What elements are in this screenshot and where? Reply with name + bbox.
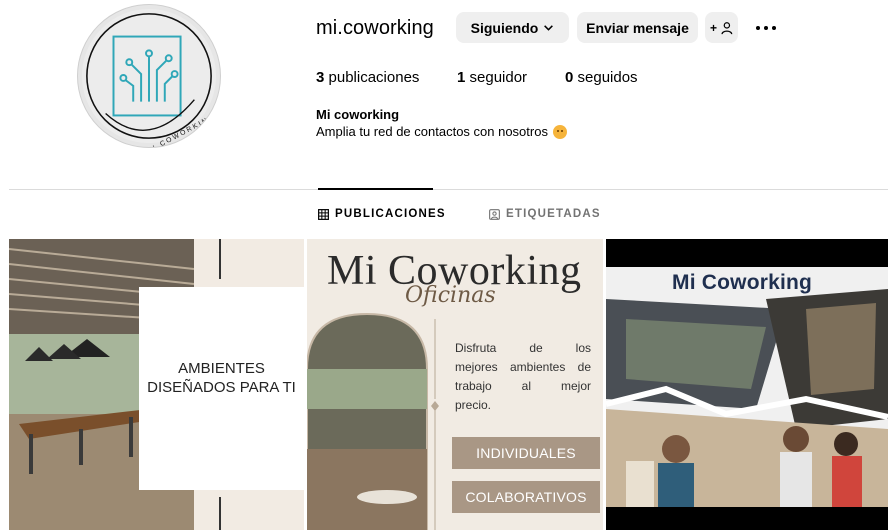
- post-2-colaborativos-badge: COLABORATIVOS: [452, 481, 600, 513]
- coworking-logo-icon: MI COWORKING: [81, 8, 217, 147]
- tab-publicaciones-label: PUBLICACIONES: [335, 208, 446, 220]
- stat-following[interactable]: 0 seguidos: [565, 69, 638, 86]
- post-thumbnail-2[interactable]: Mi Coworking Oficinas Disfruta de los me…: [307, 239, 603, 530]
- posts-label: publicaciones: [328, 69, 420, 86]
- grid-icon: [318, 208, 329, 220]
- chevron-down-icon: [544, 25, 554, 31]
- tab-etiquetadas-label: ETIQUETADAS: [506, 208, 601, 220]
- post-thumbnail-1[interactable]: AMBIENTES DISEÑADOS PARA TI: [9, 239, 304, 530]
- profile-avatar[interactable]: MI COWORKING: [77, 4, 221, 148]
- post-2-desc-line: trabajo al mejor: [455, 379, 591, 393]
- bio-text: Amplia tu red de contactos con nosotros: [316, 124, 548, 139]
- tagged-icon: [489, 208, 500, 220]
- bio: Amplia tu red de contactos con nosotros: [316, 124, 567, 139]
- profile-username: mi.coworking: [316, 17, 434, 39]
- post-thumbnail-3[interactable]: Mi Coworking: [606, 239, 888, 530]
- following-count: 0: [565, 69, 574, 86]
- stat-posts: 3 publicaciones: [316, 69, 419, 86]
- active-tab-indicator: [318, 188, 433, 190]
- post-2-description: Disfruta de los mejores ambientes de tra…: [455, 339, 591, 415]
- bio-name: Mi coworking: [316, 107, 400, 122]
- followers-label: seguidor: [469, 69, 528, 86]
- post-2-desc-line: mejores ambientes de: [455, 360, 591, 374]
- following-stat-label: seguidos: [577, 69, 638, 86]
- suggest-plus-label: +: [709, 20, 717, 35]
- post-2-desc-line: precio.: [455, 398, 492, 412]
- more-options-icon[interactable]: [749, 12, 783, 43]
- following-label: Siguiendo: [470, 19, 539, 36]
- hug-emoji-icon: [552, 124, 567, 139]
- post-2-individuales-badge: INDIVIDUALES: [452, 437, 600, 469]
- stat-followers[interactable]: 1 seguidor: [457, 69, 527, 86]
- send-message-label: Enviar mensaje: [586, 19, 689, 36]
- followers-count: 1: [457, 69, 466, 86]
- suggested-accounts-button[interactable]: +: [705, 12, 738, 43]
- post-2-desc-line: Disfruta de los: [455, 341, 591, 355]
- posts-count: 3: [316, 69, 325, 86]
- add-user-icon: [721, 21, 733, 34]
- post-1-caption: AMBIENTES DISEÑADOS PARA TI: [147, 360, 296, 396]
- tab-publicaciones[interactable]: PUBLICACIONES: [318, 208, 446, 220]
- tab-etiquetadas[interactable]: ETIQUETADAS: [489, 208, 601, 220]
- tabs-divider: [9, 189, 888, 190]
- following-button[interactable]: Siguiendo: [456, 12, 569, 43]
- send-message-button[interactable]: Enviar mensaje: [577, 12, 698, 43]
- post-2-subtitle: Oficinas: [405, 283, 496, 308]
- post-3-title: Mi Coworking: [672, 271, 813, 294]
